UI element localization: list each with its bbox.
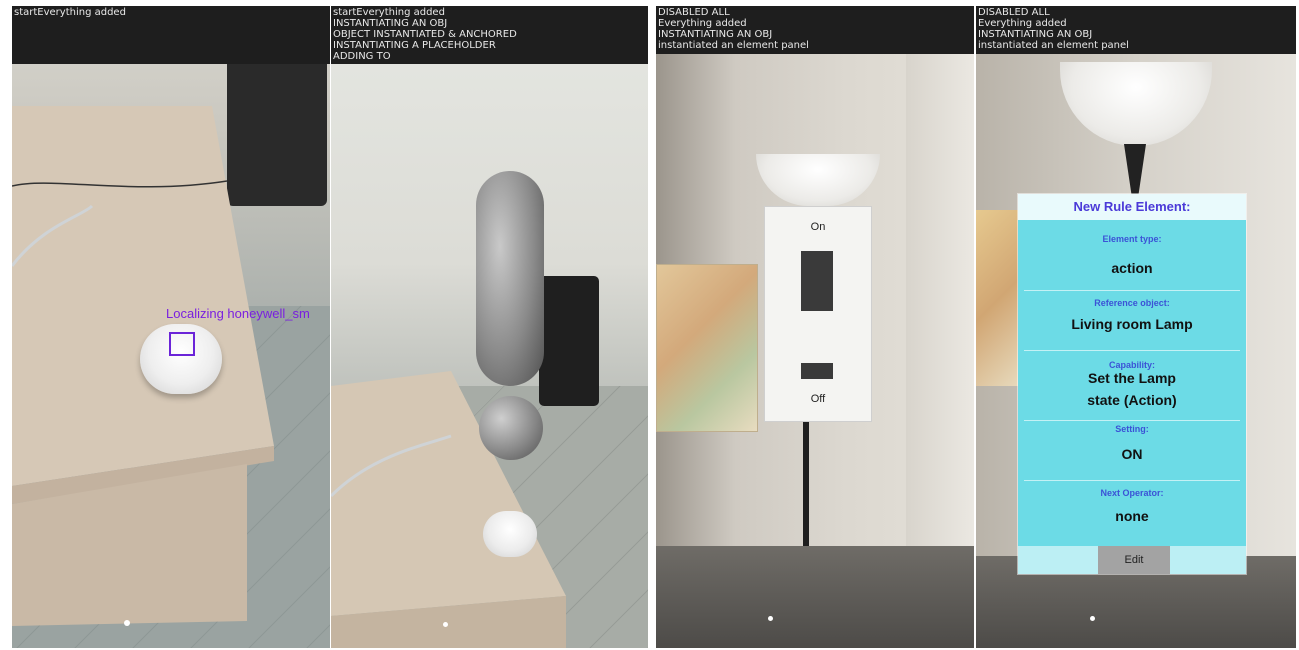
debug-log: DISABLED ALL Everything added INSTANTIAT… — [976, 6, 1296, 54]
setting-value[interactable]: ON — [1018, 446, 1246, 462]
localization-box — [169, 332, 195, 356]
debug-log: startEverything added — [12, 6, 330, 64]
ar-exclamation-mark — [476, 171, 544, 386]
divider — [1024, 480, 1240, 481]
wall-map — [976, 210, 1024, 386]
next-operator-label: Next Operator: — [1100, 488, 1164, 498]
debug-log: startEverything added INSTANTIATING AN O… — [331, 6, 648, 64]
capability-value-line2[interactable]: state (Action) — [1018, 392, 1246, 408]
ar-switch-panel[interactable]: On Off — [764, 206, 872, 422]
ar-view-panel-2: startEverything added INSTANTIATING AN O… — [331, 6, 648, 648]
ar-view-panel-4: DISABLED ALL Everything added INSTANTIAT… — [976, 6, 1296, 648]
edit-button[interactable]: Edit — [1098, 546, 1170, 574]
switch-on-label: On — [810, 221, 826, 233]
capability-label: Capability: — [1108, 360, 1155, 370]
switch-off-label: Off — [810, 393, 826, 405]
light-dot — [124, 620, 130, 626]
light-dot — [443, 622, 448, 627]
element-type-value[interactable]: action — [1018, 260, 1246, 276]
next-operator-value[interactable]: none — [1018, 508, 1246, 524]
light-dot — [768, 616, 773, 621]
floor — [656, 546, 974, 648]
lamp-shade — [1060, 62, 1212, 146]
element-type-label: Element type: — [1102, 234, 1162, 244]
wall-map — [656, 264, 758, 432]
lamp-shade — [756, 154, 880, 206]
capability-value-line1[interactable]: Set the Lamp — [1018, 370, 1246, 386]
ar-exclamation-dot — [479, 396, 543, 460]
switch-upper-block[interactable] — [801, 251, 833, 311]
switch-lower-block[interactable] — [801, 363, 833, 379]
smoke-detector — [483, 511, 537, 557]
setting-label: Setting: — [1115, 424, 1149, 434]
light-dot — [1090, 616, 1095, 621]
ar-view-panel-3: DISABLED ALL Everything added INSTANTIAT… — [656, 6, 974, 648]
divider — [1024, 350, 1240, 351]
divider — [1024, 290, 1240, 291]
debug-log: DISABLED ALL Everything added INSTANTIAT… — [656, 6, 974, 54]
lamp-neck — [1124, 144, 1146, 196]
ar-view-panel-1: startEverything added Localizing honeywe… — [12, 6, 330, 648]
divider — [1024, 420, 1240, 421]
localizing-label: Localizing honeywell_sm — [166, 306, 310, 321]
reference-object-value[interactable]: Living room Lamp — [1018, 316, 1246, 332]
rule-panel-title: New Rule Element: — [1018, 194, 1246, 220]
reference-object-label: Reference object: — [1094, 298, 1170, 308]
rule-element-panel: New Rule Element: Element type: action R… — [1018, 194, 1246, 574]
